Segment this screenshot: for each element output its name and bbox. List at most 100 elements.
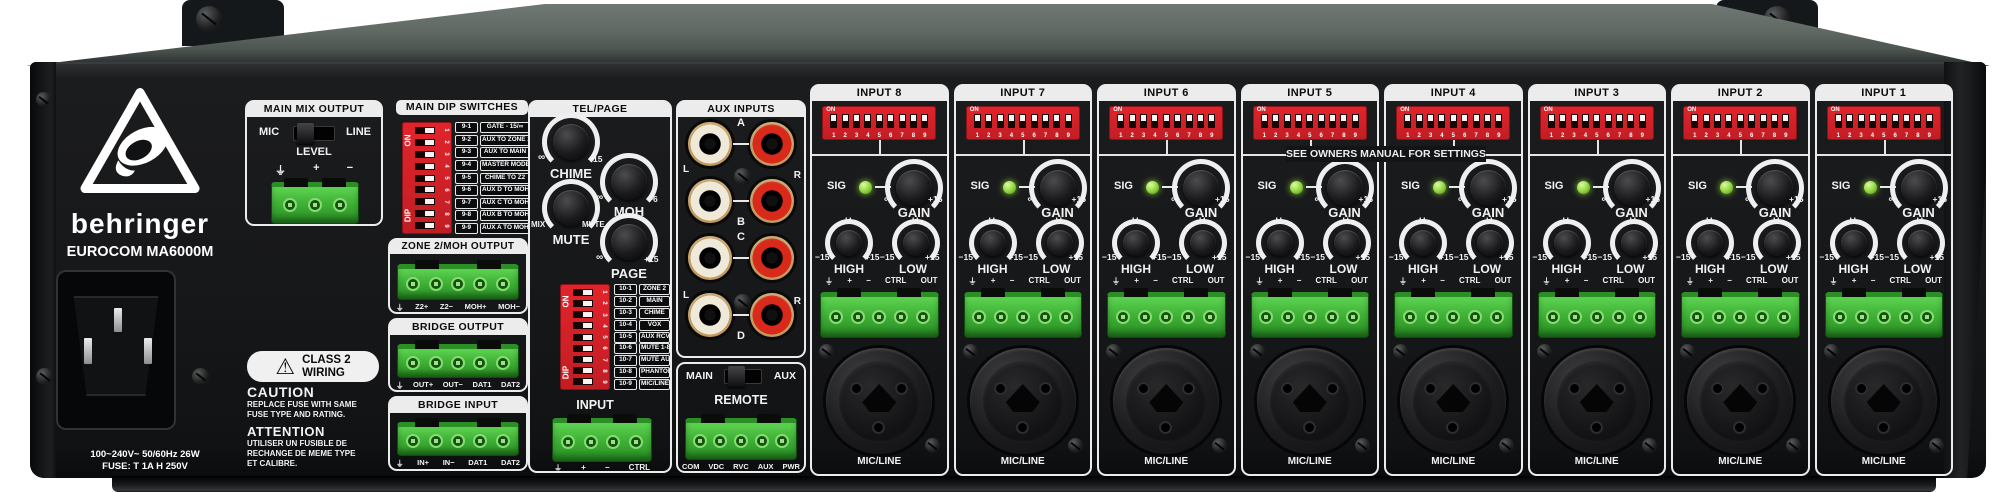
dip-switch[interactable] bbox=[1725, 114, 1732, 128]
dip-switch[interactable] bbox=[573, 378, 593, 385]
tel-page-input-euroblock-connector[interactable] bbox=[552, 418, 652, 462]
mic-line-combo-jack[interactable] bbox=[970, 348, 1076, 454]
bridge-input-euroblock-connector[interactable] bbox=[397, 422, 519, 456]
dip-switch[interactable] bbox=[1008, 114, 1015, 128]
dip-switch[interactable] bbox=[1140, 114, 1147, 128]
dip-switch[interactable] bbox=[415, 222, 435, 229]
main-mix-euroblock-connector[interactable] bbox=[271, 182, 359, 224]
channel-euroblock-connector[interactable] bbox=[964, 292, 1083, 338]
dip-switch[interactable] bbox=[1926, 114, 1933, 128]
dip-switch[interactable] bbox=[985, 114, 992, 128]
dip-switch[interactable] bbox=[1129, 114, 1136, 128]
channel-dip-switches[interactable]: ON 123456789 bbox=[1683, 106, 1797, 140]
channel-dip-switches[interactable]: ON 123456789 bbox=[1540, 106, 1654, 140]
dip-switch[interactable] bbox=[573, 322, 593, 329]
dip-switch[interactable] bbox=[864, 114, 871, 128]
dip-switch[interactable] bbox=[974, 114, 981, 128]
rca-jack-right[interactable] bbox=[750, 293, 794, 337]
dip-switch[interactable] bbox=[1163, 114, 1170, 128]
dip-switch[interactable] bbox=[1461, 114, 1468, 128]
input-dip-switch-block[interactable]: ON DIP 123456789 bbox=[560, 284, 610, 390]
channel-dip-switches[interactable]: ON 123456789 bbox=[1109, 106, 1223, 140]
dip-switch[interactable] bbox=[1031, 114, 1038, 128]
dip-switch[interactable] bbox=[1858, 114, 1865, 128]
dip-switch[interactable] bbox=[1846, 114, 1853, 128]
dip-switch[interactable] bbox=[1771, 114, 1778, 128]
rca-jack-left[interactable] bbox=[688, 236, 732, 280]
dip-switch[interactable] bbox=[1473, 114, 1480, 128]
channel-euroblock-connector[interactable] bbox=[1825, 292, 1944, 338]
dip-switch[interactable] bbox=[842, 114, 849, 128]
channel-euroblock-connector[interactable] bbox=[1251, 292, 1370, 338]
dip-switch[interactable] bbox=[1548, 114, 1555, 128]
dip-switch[interactable] bbox=[573, 300, 593, 307]
dip-switch[interactable] bbox=[1782, 114, 1789, 128]
dip-switch[interactable] bbox=[573, 334, 593, 341]
dip-switch[interactable] bbox=[1053, 114, 1060, 128]
dip-switch[interactable] bbox=[1416, 114, 1423, 128]
dip-switch[interactable] bbox=[1880, 114, 1887, 128]
dip-switch[interactable] bbox=[1703, 114, 1710, 128]
high-eq-knob[interactable] bbox=[1550, 226, 1584, 260]
dip-switch[interactable] bbox=[1019, 114, 1026, 128]
rca-jack-right[interactable] bbox=[750, 179, 794, 223]
rca-jack-right[interactable] bbox=[750, 122, 794, 166]
dip-switch[interactable] bbox=[830, 114, 837, 128]
main-dip-switch-block[interactable]: ON DIP 123456789 bbox=[402, 122, 452, 234]
dip-switch[interactable] bbox=[1691, 114, 1698, 128]
dip-switch[interactable] bbox=[415, 127, 435, 134]
dip-switch[interactable] bbox=[1261, 114, 1268, 128]
dip-switch[interactable] bbox=[910, 114, 917, 128]
dip-switch[interactable] bbox=[1404, 114, 1411, 128]
dip-switch[interactable] bbox=[1593, 114, 1600, 128]
dip-switch[interactable] bbox=[1748, 114, 1755, 128]
channel-euroblock-connector[interactable] bbox=[1394, 292, 1513, 338]
channel-euroblock-connector[interactable] bbox=[1538, 292, 1657, 338]
dip-switch[interactable] bbox=[1892, 114, 1899, 128]
dip-switch[interactable] bbox=[415, 163, 435, 170]
high-eq-knob[interactable] bbox=[1406, 226, 1440, 260]
rca-jack-left[interactable] bbox=[688, 293, 732, 337]
dip-switch[interactable] bbox=[1450, 114, 1457, 128]
channel-dip-switches[interactable]: ON 123456789 bbox=[966, 106, 1080, 140]
dip-switch[interactable] bbox=[1174, 114, 1181, 128]
mic-line-combo-jack[interactable] bbox=[1257, 348, 1363, 454]
high-eq-knob[interactable] bbox=[832, 226, 866, 260]
dip-switch[interactable] bbox=[1714, 114, 1721, 128]
mic-line-switch[interactable] bbox=[293, 126, 335, 141]
dip-switch[interactable] bbox=[1065, 114, 1072, 128]
dip-switch[interactable] bbox=[1737, 114, 1744, 128]
high-eq-knob[interactable] bbox=[1263, 226, 1297, 260]
zone2-euroblock-connector[interactable] bbox=[397, 264, 519, 300]
dip-switch[interactable] bbox=[1639, 114, 1646, 128]
dip-switch[interactable] bbox=[415, 139, 435, 146]
high-eq-knob[interactable] bbox=[1693, 226, 1727, 260]
dip-switch[interactable] bbox=[1559, 114, 1566, 128]
dip-switch[interactable] bbox=[573, 311, 593, 318]
dip-switch[interactable] bbox=[573, 345, 593, 352]
rca-jack-left[interactable] bbox=[688, 122, 732, 166]
dip-switch[interactable] bbox=[1571, 114, 1578, 128]
dip-switch[interactable] bbox=[1340, 114, 1347, 128]
dip-switch[interactable] bbox=[1427, 114, 1434, 128]
dip-switch[interactable] bbox=[1318, 114, 1325, 128]
moh-knob[interactable] bbox=[607, 160, 651, 204]
channel-euroblock-connector[interactable] bbox=[1107, 292, 1226, 338]
dip-switch[interactable] bbox=[573, 367, 593, 374]
dip-switch[interactable] bbox=[1616, 114, 1623, 128]
channel-dip-switches[interactable]: ON 123456789 bbox=[1396, 106, 1510, 140]
remote-euroblock-connector[interactable] bbox=[685, 418, 797, 460]
main-aux-switch[interactable] bbox=[724, 369, 762, 384]
dip-switch[interactable] bbox=[1760, 114, 1767, 128]
dip-switch[interactable] bbox=[887, 114, 894, 128]
dip-switch[interactable] bbox=[1627, 114, 1634, 128]
high-eq-knob[interactable] bbox=[976, 226, 1010, 260]
dip-switch[interactable] bbox=[573, 289, 593, 296]
dip-switch[interactable] bbox=[1495, 114, 1502, 128]
dip-switch[interactable] bbox=[1605, 114, 1612, 128]
dip-switch[interactable] bbox=[415, 175, 435, 182]
dip-switch[interactable] bbox=[1295, 114, 1302, 128]
mic-line-combo-jack[interactable] bbox=[1687, 348, 1793, 454]
dip-switch[interactable] bbox=[573, 356, 593, 363]
bridge-output-euroblock-connector[interactable] bbox=[397, 344, 519, 378]
